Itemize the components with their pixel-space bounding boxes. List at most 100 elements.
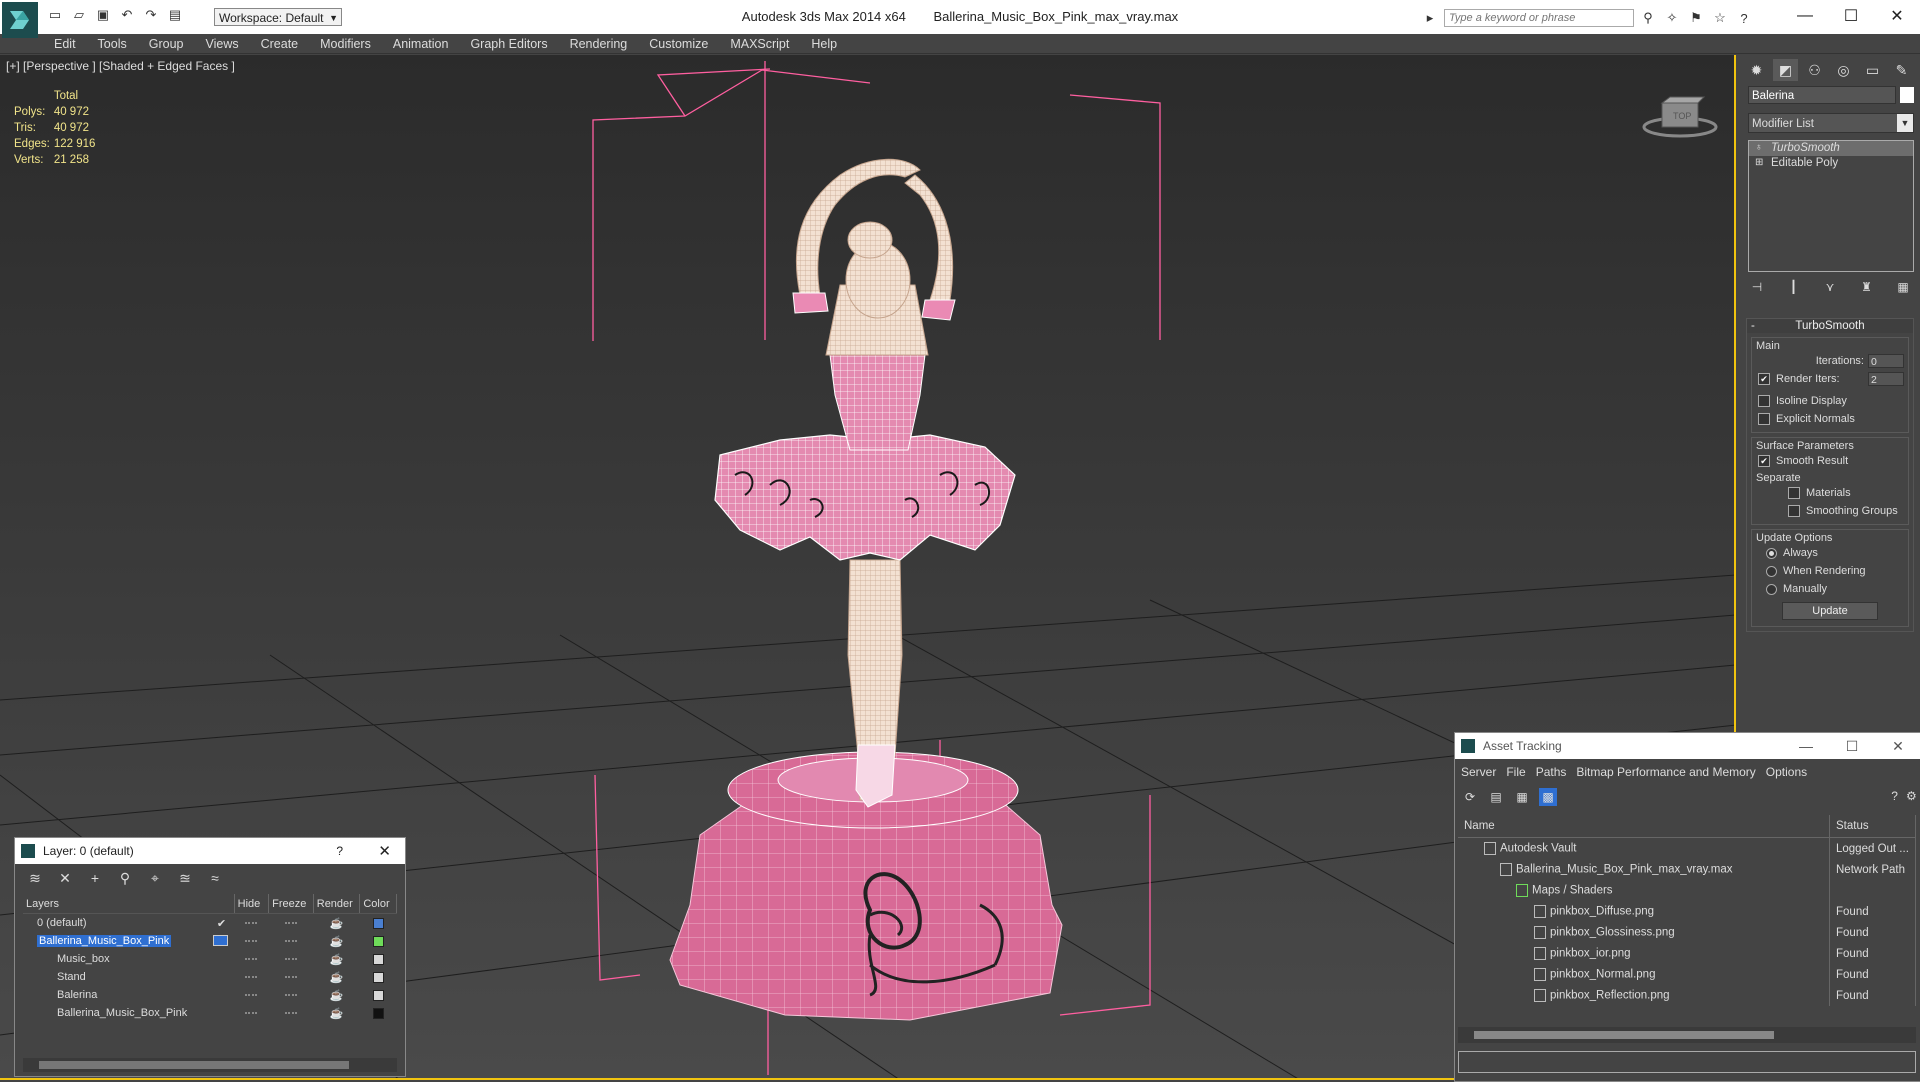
smoothing-groups-checkbox[interactable] [1788,505,1800,517]
menu-graph-editors[interactable]: Graph Editors [470,37,547,51]
menu-file[interactable]: File [1506,765,1525,779]
hide-toggle[interactable] [245,958,258,961]
layer-name[interactable]: 0 (default) [37,917,87,929]
subscription-icon[interactable]: ✧ [1662,9,1682,27]
horizontal-scrollbar[interactable] [1458,1027,1916,1043]
active-layer-check-icon[interactable]: ✔ [217,917,226,930]
maximize-button[interactable]: ☐ [1828,0,1874,32]
minimize-button[interactable]: — [1783,733,1829,759]
add-to-layer-icon[interactable]: + [87,870,103,886]
help-icon[interactable]: ? [1734,9,1754,27]
layer-color-swatch[interactable] [372,953,384,965]
asset-row[interactable]: pinkbox_Normal.png Found [1458,964,1916,985]
layer-color-swatch[interactable] [372,971,384,983]
show-end-result-icon[interactable]: ┃ [1785,279,1803,295]
scrollbar-thumb[interactable] [39,1061,349,1069]
save-file-icon[interactable]: ▣ [94,6,112,24]
help-button[interactable]: ? [336,844,343,858]
manually-radio[interactable] [1766,583,1777,595]
hide-toggle[interactable] [245,976,258,979]
stack-item-turbosmooth[interactable]: ♁ TurboSmooth [1749,141,1913,156]
object-name[interactable]: Stand [57,971,86,983]
utilities-tab-icon[interactable]: ✎ [1889,59,1914,81]
object-name[interactable]: Balerina [57,989,97,1001]
layer-row[interactable]: Balerina ☕ [23,986,397,1004]
freeze-toggle[interactable] [284,940,297,943]
modifier-list-dropdown[interactable]: Modifier List ▼ [1748,113,1914,133]
project-folder-icon[interactable]: ▤ [166,6,184,24]
communication-icon[interactable]: ⚑ [1686,9,1706,27]
hide-toggle[interactable] [245,1012,258,1015]
close-button[interactable]: ✕ [1875,733,1920,759]
column-header[interactable]: Status [1829,815,1916,838]
menu-server[interactable]: Server [1461,765,1496,779]
menu-animation[interactable]: Animation [393,37,449,51]
expand-plus-icon[interactable]: ⊞ [1755,158,1765,168]
menu-customize[interactable]: Customize [649,37,708,51]
freeze-toggle[interactable] [284,958,297,961]
hierarchy-tab-icon[interactable]: ⚇ [1802,59,1827,81]
scrollbar-thumb[interactable] [1474,1031,1774,1039]
menu-create[interactable]: Create [261,37,299,51]
render-iters-checkbox[interactable]: ✔ [1758,373,1770,385]
asset-row[interactable]: pinkbox_ior.png Found [1458,943,1916,964]
layer-row[interactable]: Stand ☕ [23,968,397,986]
layer-row[interactable]: Music_box ☕ [23,950,397,968]
asset-row[interactable]: Maps / Shaders [1458,880,1916,901]
menu-group[interactable]: Group [149,37,184,51]
menu-bitmap-performance[interactable]: Bitmap Performance and Memory [1576,765,1755,779]
delete-layer-icon[interactable]: ✕ [57,870,73,886]
freeze-toggle[interactable] [284,976,297,979]
current-layer-box[interactable] [213,935,229,946]
asset-row[interactable]: Autodesk Vault Logged Out ... [1458,837,1916,859]
asset-row[interactable]: pinkbox_Glossiness.png Found [1458,922,1916,943]
freeze-toggle[interactable] [284,1012,297,1015]
menu-edit[interactable]: Edit [54,37,76,51]
freeze-toggle[interactable] [284,922,297,925]
binoculars-icon[interactable]: ⚲ [1638,9,1658,27]
object-name[interactable]: Ballerina_Music_Box_Pink [57,1007,187,1019]
create-layer-icon[interactable]: ≋ [27,870,43,886]
menu-help[interactable]: Help [811,37,837,51]
when-rendering-radio[interactable] [1766,565,1777,577]
redo-icon[interactable]: ↷ [142,6,160,24]
column-header[interactable]: Freeze [268,894,314,914]
close-button[interactable]: ✕ [1874,0,1920,32]
teapot-render-icon[interactable]: ☕ [330,954,344,966]
freeze-all-layers-icon[interactable]: ≈ [207,870,223,886]
asset-row[interactable]: pinkbox_Reflection.png Found [1458,985,1916,1006]
pin-stack-icon[interactable]: ⊣ [1748,279,1766,295]
grid-view-icon[interactable]: ▩ [1539,788,1557,806]
teapot-render-icon[interactable]: ☕ [330,936,344,948]
always-radio[interactable] [1766,547,1777,559]
layer-row[interactable]: Ballerina_Music_Box_Pink ☕ [23,932,397,950]
freeze-toggle[interactable] [284,994,297,997]
column-header[interactable]: Color [359,894,397,914]
remove-modifier-icon[interactable]: ♜ [1858,279,1876,295]
hide-toggle[interactable] [245,940,258,943]
render-iters-spinner[interactable]: 2 [1868,372,1904,386]
table-view-icon[interactable]: ▦ [1513,788,1531,806]
column-header[interactable]: Hide [234,894,270,914]
smooth-result-checkbox[interactable]: ✔ [1758,455,1770,467]
select-in-layer-icon[interactable]: ⚲ [117,870,133,886]
layer-row[interactable]: 0 (default) ✔ ☕ [23,914,397,933]
menu-maxscript[interactable]: MAXScript [730,37,789,51]
maximize-button[interactable]: ☐ [1829,733,1875,759]
dialog-title-bar[interactable]: Layer: 0 (default) ? ✕ [15,838,405,864]
menu-tools[interactable]: Tools [98,37,127,51]
search-input[interactable] [1444,9,1634,27]
undo-icon[interactable]: ↶ [118,6,136,24]
dialog-title-bar[interactable]: Asset Tracking — ☐ ✕ [1455,733,1920,759]
layer-color-swatch[interactable] [372,1007,384,1019]
column-header[interactable]: Layers [23,894,235,914]
materials-checkbox[interactable] [1788,487,1800,499]
lightbulb-icon[interactable]: ♁ [1755,143,1765,153]
menu-views[interactable]: Views [205,37,238,51]
list-view-icon[interactable]: ▤ [1487,788,1505,806]
menu-rendering[interactable]: Rendering [570,37,628,51]
object-color-swatch[interactable] [1900,87,1914,103]
layer-color-swatch[interactable] [372,989,384,1001]
close-icon[interactable]: ✕ [378,842,391,860]
menu-paths[interactable]: Paths [1536,765,1567,779]
